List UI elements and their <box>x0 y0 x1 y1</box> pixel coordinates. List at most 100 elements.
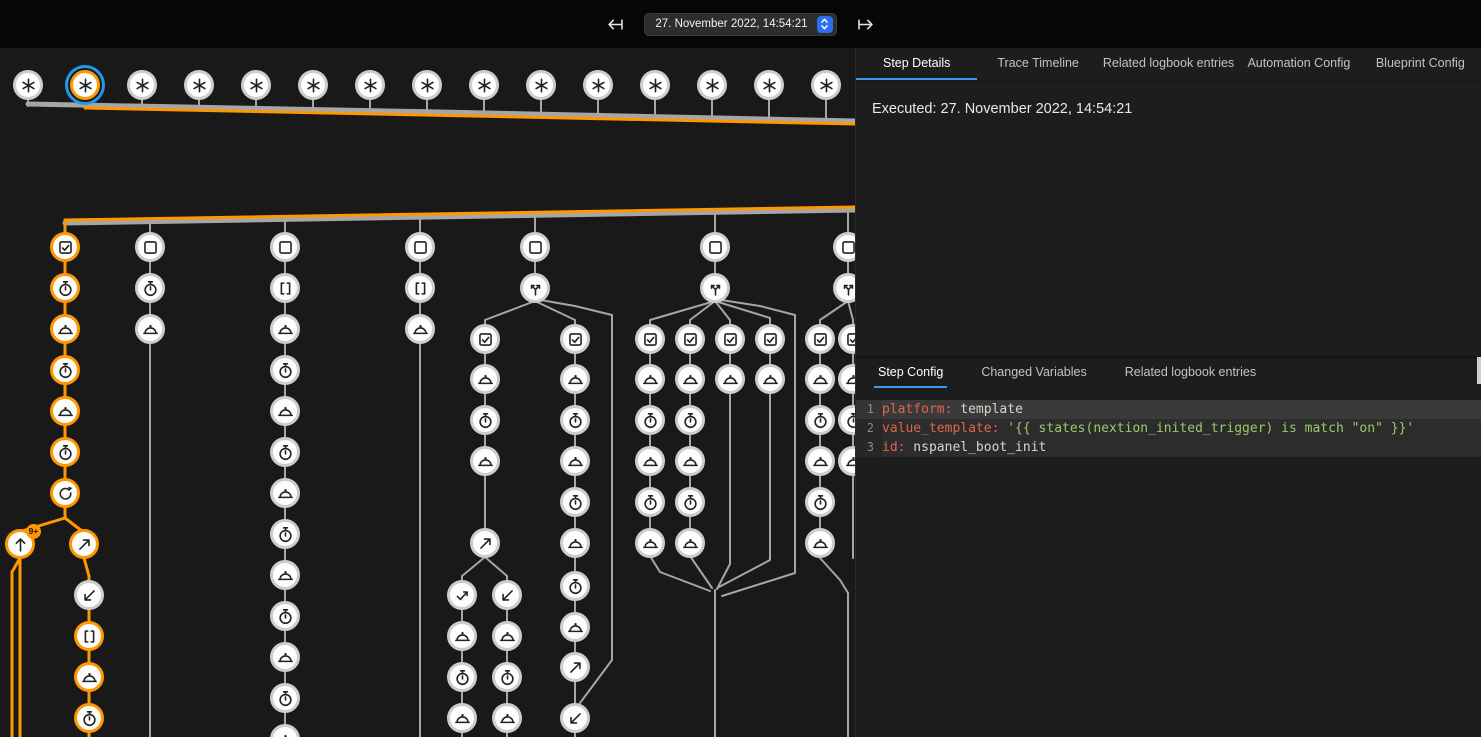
service-call-node[interactable] <box>560 612 590 642</box>
service-call-node[interactable] <box>270 396 300 426</box>
service-call-node[interactable] <box>270 642 300 672</box>
trigger-node[interactable] <box>583 70 613 100</box>
trigger-node[interactable] <box>298 70 328 100</box>
service-call-node[interactable] <box>50 396 80 426</box>
trigger-node[interactable] <box>640 70 670 100</box>
service-call-node[interactable] <box>492 703 522 733</box>
tab-related-logbook-entries[interactable]: Related logbook entries <box>1121 358 1260 388</box>
delay-node[interactable] <box>560 405 590 435</box>
delay-node[interactable] <box>560 571 590 601</box>
service-call-node[interactable] <box>675 446 705 476</box>
service-call-node[interactable] <box>74 662 104 692</box>
tab-related-logbook-entries[interactable]: Related logbook entries <box>1099 48 1238 80</box>
delay-node[interactable] <box>50 355 80 385</box>
repeat-node[interactable] <box>50 478 80 508</box>
service-call-node[interactable] <box>447 703 477 733</box>
sequence-node[interactable] <box>405 273 435 303</box>
delay-node[interactable] <box>675 405 705 435</box>
trigger-node[interactable] <box>526 70 556 100</box>
service-call-node[interactable] <box>270 724 300 737</box>
delay-node[interactable] <box>560 487 590 517</box>
choose-node[interactable] <box>520 273 550 303</box>
condition-node[interactable] <box>833 232 855 262</box>
condition-node[interactable] <box>560 324 590 354</box>
service-call-node[interactable] <box>492 621 522 651</box>
scrollbar-thumb[interactable] <box>1477 357 1481 384</box>
run-picker[interactable]: 27. November 2022, 14:54:21 <box>644 13 836 36</box>
delay-node[interactable] <box>805 405 835 435</box>
branch-exit-node[interactable] <box>470 528 500 558</box>
service-call-node[interactable] <box>405 314 435 344</box>
tab-automation-config[interactable]: Automation Config <box>1238 48 1359 80</box>
branch-exit-node[interactable] <box>560 652 590 682</box>
service-call-node[interactable] <box>560 446 590 476</box>
condition-node[interactable] <box>675 324 705 354</box>
service-call-node[interactable] <box>135 314 165 344</box>
delay-node[interactable] <box>635 487 665 517</box>
previous-run-button[interactable] <box>600 9 630 39</box>
delay-node[interactable] <box>74 703 104 733</box>
trigger-node[interactable] <box>241 70 271 100</box>
service-call-node[interactable] <box>755 364 785 394</box>
trigger-node[interactable] <box>184 70 214 100</box>
trigger-node[interactable] <box>127 70 157 100</box>
condition-pass-node[interactable] <box>447 580 477 610</box>
trigger-node[interactable] <box>754 70 784 100</box>
delay-node[interactable] <box>50 273 80 303</box>
delay-node[interactable] <box>270 601 300 631</box>
condition-node[interactable] <box>715 324 745 354</box>
service-call-node[interactable] <box>635 446 665 476</box>
next-run-button[interactable] <box>851 9 881 39</box>
tab-trace-timeline[interactable]: Trace Timeline <box>977 48 1098 80</box>
service-call-node[interactable] <box>635 528 665 558</box>
delay-node[interactable] <box>470 405 500 435</box>
service-call-node[interactable] <box>50 314 80 344</box>
service-call-node[interactable] <box>715 364 745 394</box>
condition-node[interactable] <box>470 324 500 354</box>
service-call-node[interactable] <box>675 364 705 394</box>
delay-node[interactable] <box>447 662 477 692</box>
trigger-node[interactable] <box>355 70 385 100</box>
choose-node[interactable] <box>833 273 855 303</box>
service-call-node[interactable] <box>805 364 835 394</box>
service-call-node[interactable] <box>635 364 665 394</box>
condition-node[interactable] <box>635 324 665 354</box>
service-call-node[interactable] <box>838 446 855 476</box>
condition-node[interactable] <box>805 324 835 354</box>
condition-node[interactable] <box>520 232 550 262</box>
service-call-node[interactable] <box>675 528 705 558</box>
tab-step-details[interactable]: Step Details <box>856 48 977 80</box>
condition-node[interactable] <box>838 324 855 354</box>
delay-node[interactable] <box>270 683 300 713</box>
service-call-node[interactable] <box>838 364 855 394</box>
trigger-node[interactable] <box>412 70 442 100</box>
branch-exit-node[interactable] <box>69 529 99 559</box>
choose-node[interactable] <box>700 273 730 303</box>
trigger-node[interactable] <box>811 70 841 100</box>
traversal-node[interactable] <box>492 580 522 610</box>
repeat-loop-node[interactable]: 9+ <box>5 529 35 559</box>
delay-node[interactable] <box>492 662 522 692</box>
delay-node[interactable] <box>270 355 300 385</box>
delay-node[interactable] <box>270 437 300 467</box>
service-call-node[interactable] <box>270 478 300 508</box>
delay-node[interactable] <box>838 405 855 435</box>
condition-node[interactable] <box>135 232 165 262</box>
condition-node[interactable] <box>50 232 80 262</box>
condition-node[interactable] <box>405 232 435 262</box>
traversal-node[interactable] <box>560 703 590 733</box>
trigger-node[interactable] <box>469 70 499 100</box>
sequence-node[interactable] <box>74 621 104 651</box>
tab-blueprint-config[interactable]: Blueprint Config <box>1360 48 1481 80</box>
service-call-node[interactable] <box>560 364 590 394</box>
delay-node[interactable] <box>270 519 300 549</box>
tab-changed-variables[interactable]: Changed Variables <box>977 358 1090 388</box>
sequence-node[interactable] <box>270 273 300 303</box>
delay-node[interactable] <box>50 437 80 467</box>
delay-node[interactable] <box>805 487 835 517</box>
trigger-node[interactable] <box>13 70 43 100</box>
service-call-node[interactable] <box>270 560 300 590</box>
delay-node[interactable] <box>135 273 165 303</box>
delay-node[interactable] <box>675 487 705 517</box>
service-call-node[interactable] <box>470 364 500 394</box>
